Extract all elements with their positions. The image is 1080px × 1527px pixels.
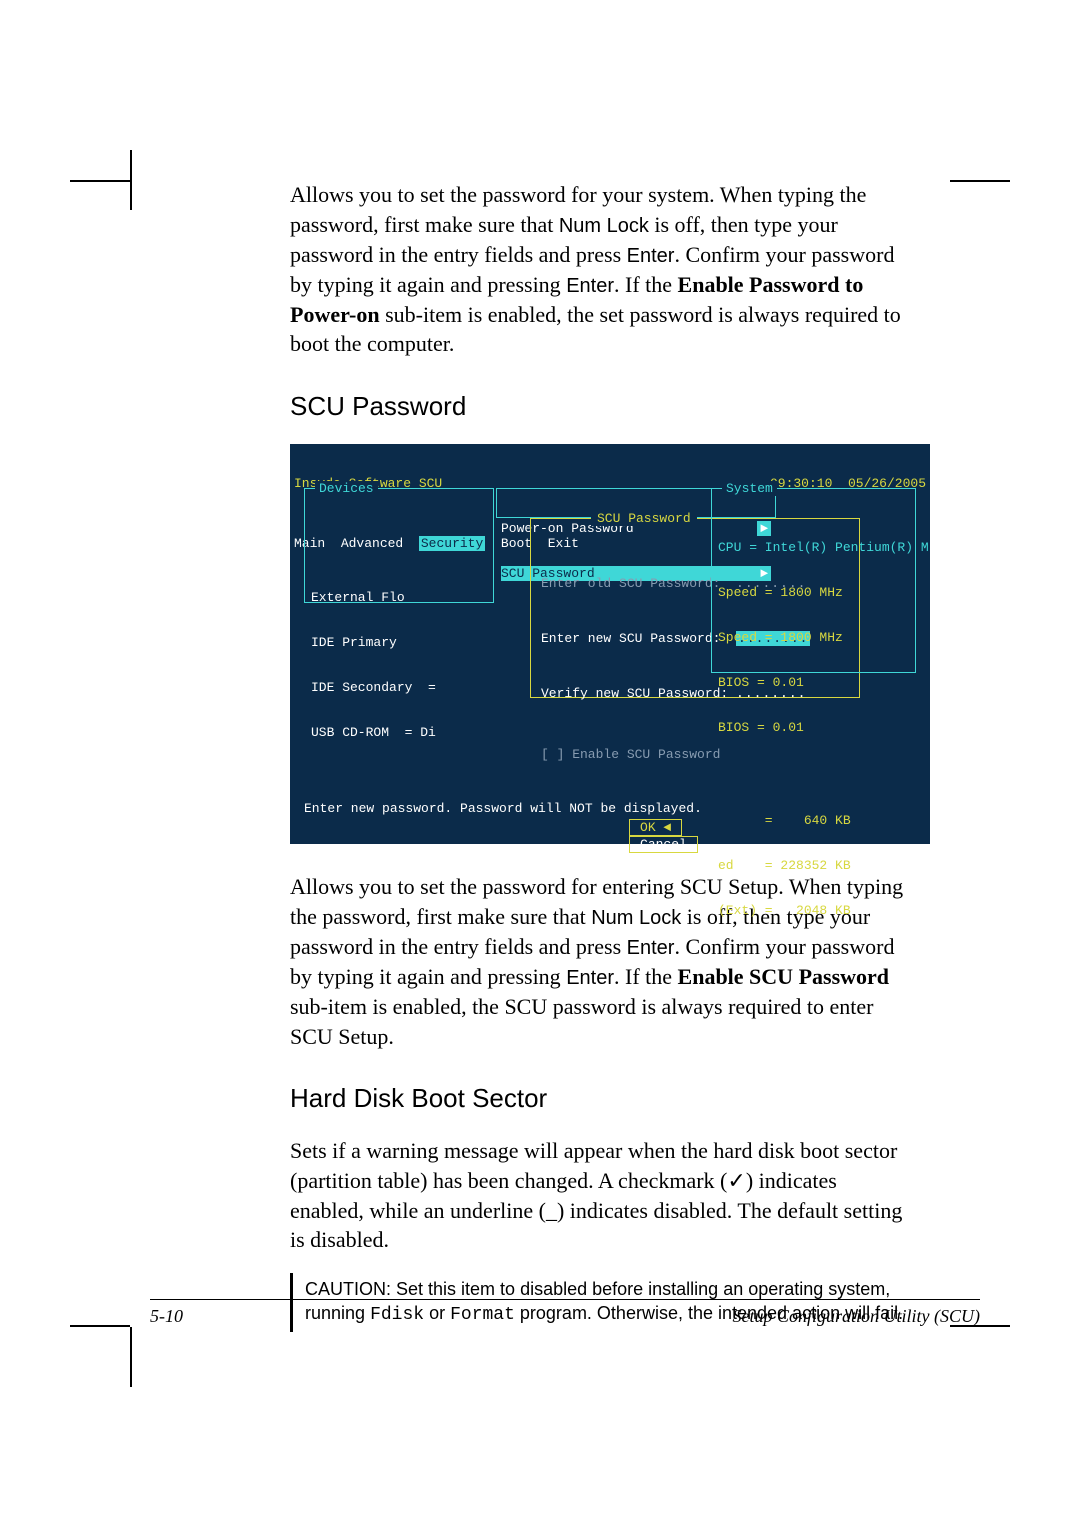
paragraph-power-on-password: Allows you to set the password for your … — [290, 180, 910, 359]
label: Verify new SCU Password: — [541, 686, 728, 701]
sys-row: ed = 228352 KB — [718, 858, 909, 873]
bios-help-line: Enter new password. Password will NOT be… — [304, 801, 702, 816]
paragraph-hard-disk: Sets if a warning message will appear wh… — [290, 1136, 910, 1255]
page-number: 5-10 — [150, 1306, 183, 1327]
key-name: Enter — [627, 937, 675, 959]
sys-row: CPU = Intel(R) Pentium(R) M — [718, 540, 909, 555]
sys-row: Speed = 1800 MHz — [718, 585, 909, 600]
key-name: Enter — [566, 967, 614, 989]
crop-mark — [950, 180, 1010, 182]
label: Enter new SCU Password: — [541, 631, 720, 646]
ok-button: OK ◄ — [629, 819, 682, 836]
text: . If the — [614, 272, 678, 297]
page: Allows you to set the password for your … — [0, 0, 1080, 1527]
sys-row: = 640 KB — [718, 813, 909, 828]
panel-label: Devices — [315, 481, 378, 496]
label: OK — [640, 820, 656, 835]
footer-title: Setup Configuration Utility (SCU) — [733, 1306, 981, 1327]
key-name: Enter — [627, 245, 675, 267]
sys-row: (Ext) = 2048 KB — [718, 903, 909, 918]
page-footer: 5-10 Setup Configuration Utility (SCU) — [150, 1299, 980, 1327]
text: sub-item is enabled, the SCU password is… — [290, 994, 873, 1049]
device-row: IDE Secondary = — [311, 680, 487, 695]
key-name: Num Lock — [559, 215, 649, 237]
sys-row: BIOS = 0.01 — [718, 720, 909, 735]
caution-label: CAUTION: — [305, 1279, 396, 1299]
dialog-title: SCU Password — [591, 511, 697, 526]
label: Enter old SCU Password: — [541, 576, 720, 591]
key-name: Num Lock — [591, 907, 681, 929]
device-row: External Flo — [311, 590, 487, 605]
sys-row: BIOS = 0.01 — [718, 675, 909, 690]
device-row: IDE Primary — [311, 635, 487, 650]
heading-scu-password: SCU Password — [290, 389, 910, 424]
panel-label: System — [722, 481, 777, 496]
key-name: Enter — [566, 275, 614, 297]
bios-screenshot: Insyde Software SCU 09:30:10 05/26/2005 … — [290, 444, 930, 844]
text: sub-item is enabled, the set password is… — [290, 302, 901, 357]
crop-mark — [70, 180, 130, 182]
document-content: Allows you to set the password for your … — [290, 180, 910, 1332]
cancel-button: Cancel — [629, 836, 698, 853]
device-row: USB CD-ROM = Di — [311, 725, 487, 740]
sys-row: Speed = 1800 MHz — [718, 630, 909, 645]
crop-mark — [130, 150, 132, 210]
heading-hard-disk-boot-sector: Hard Disk Boot Sector — [290, 1081, 910, 1116]
option-name: Enable SCU Password — [678, 964, 889, 989]
crop-mark — [70, 1325, 130, 1327]
bios-devices-panel: Devices External Flo IDE Primary IDE Sec… — [304, 488, 494, 603]
crop-mark — [130, 1327, 132, 1387]
text: . If the — [614, 964, 678, 989]
bios-system-panel: System CPU = Intel(R) Pentium(R) M Speed… — [711, 488, 916, 673]
